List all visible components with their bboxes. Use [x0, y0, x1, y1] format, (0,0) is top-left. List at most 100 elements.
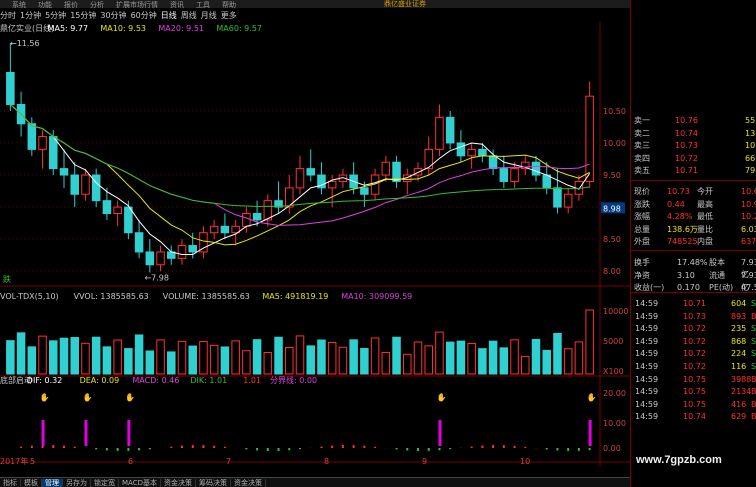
quote-cell: 6.03: [741, 224, 756, 234]
quote-cell: S: [751, 349, 756, 359]
volume-bar: [488, 340, 498, 375]
volume-bar: [242, 350, 251, 375]
period-tab[interactable]: 分时: [0, 11, 16, 20]
price-axis-label: 9.50: [603, 171, 621, 180]
menu-item[interactable]: 工具: [196, 1, 210, 8]
indicator-tab-bar: 指标 模板 管理 另存为 锁定宽 MACD基本 资金决策 筹码决策 资金决策: [0, 477, 630, 487]
menu-item[interactable]: 分析: [90, 1, 104, 8]
indicator-tab[interactable]: 模板: [21, 479, 42, 487]
volume-axis-label: X100: [603, 367, 624, 376]
quote-cell: 10.75: [683, 387, 706, 397]
panel-divider: [631, 292, 756, 293]
indicator-tab[interactable]: 资金决策: [161, 479, 196, 487]
date-axis-label: 6: [128, 457, 133, 466]
indicator-tab[interactable]: 筹码决策: [196, 479, 231, 487]
quote-cell: B: [751, 399, 756, 409]
legend-text: DIF: 0.32: [27, 376, 63, 385]
tick-row: 14:59 10.72 868 S: [633, 336, 756, 348]
period-tab[interactable]: 60分钟: [131, 11, 157, 20]
quote-cell: 748525: [667, 237, 698, 247]
quote-cell: 629: [731, 412, 747, 422]
quote-cell: B: [751, 412, 756, 422]
legend-text: VVOL: 1385585.63: [74, 292, 149, 301]
volume-bar: [456, 340, 466, 375]
candle-body: [38, 136, 47, 150]
volume-bar: [124, 348, 133, 375]
quote-cell: 14:59: [635, 374, 659, 384]
quote-cell: 637060: [741, 237, 756, 247]
menu-item[interactable]: 资讯: [170, 1, 184, 8]
signal-hand-icon: ✋: [125, 392, 135, 402]
menu-item[interactable]: 报价: [64, 1, 78, 8]
quote-cell: 最低: [697, 212, 713, 222]
volume-axis-label: 10000: [603, 307, 628, 316]
indicator-tab[interactable]: 资金决策: [231, 479, 266, 487]
indicator-tab[interactable]: 指标: [0, 479, 21, 487]
quote-cell: 224: [731, 349, 747, 359]
quote-cell: B: [751, 374, 756, 384]
volume-bar: [49, 340, 58, 375]
period-tab[interactable]: 月线: [201, 11, 217, 20]
quote-cell: 流通: [709, 270, 725, 280]
menu-item[interactable]: 系统: [12, 1, 26, 8]
candle-body: [59, 168, 69, 176]
candle-body: [145, 251, 155, 266]
quote-cell: 换手: [634, 258, 650, 267]
quote-cell: 股本: [709, 258, 725, 267]
quote-cell: 14:59: [635, 336, 659, 346]
period-tab[interactable]: 30分钟: [100, 11, 126, 20]
date-axis-label: 9: [422, 457, 427, 466]
volume-bar: [445, 341, 455, 375]
quote-cell: 0.44: [667, 199, 685, 209]
chart-area[interactable]: ✋✋✋✋✋ 10.5010.009.509.008.508.00鼎亿实业(日线)…: [0, 22, 630, 466]
indicator-tab[interactable]: MACD基本: [119, 479, 161, 487]
candle-body: [381, 161, 391, 176]
volume-bar: [338, 346, 348, 375]
panel-divider: [631, 180, 756, 181]
indicator-tab[interactable]: 锁定宽: [91, 479, 119, 487]
quote-cell: 10.72: [683, 362, 706, 371]
quote-cell: 卖四: [634, 153, 650, 163]
stat2-row: 换手17.48%股本7.93亿: [633, 257, 756, 279]
period-tab[interactable]: 1分钟: [20, 11, 41, 20]
candle-body: [199, 232, 208, 253]
quote-cell: 涨跌: [634, 199, 650, 209]
quote-cell: 14:59: [635, 299, 659, 308]
period-tab[interactable]: 5分钟: [45, 11, 66, 20]
candle-body: [6, 71, 15, 106]
candle-body: [113, 206, 122, 214]
volume-bar: [349, 339, 358, 375]
quote-cell: 893: [731, 311, 747, 321]
volume-axis-label: 5000: [603, 337, 623, 346]
signal-bar: [41, 420, 45, 446]
macd-axis-label: 0.00: [603, 444, 621, 453]
indicator-tab[interactable]: 另存为: [63, 479, 91, 487]
watermark: www.7gpzb.com: [636, 454, 722, 466]
volume-bar: [499, 347, 509, 375]
period-tab[interactable]: 更多: [221, 11, 237, 20]
quote-cell: 10.75: [683, 374, 706, 384]
quote-cell: 116: [731, 362, 747, 371]
quote-cell: 10.72: [675, 153, 698, 163]
macd-bars: ✋ ✋ ✋ ✋ ✋: [20, 392, 597, 451]
legend-text: MACD: 0.46: [132, 376, 179, 385]
signal-bar: [84, 420, 88, 446]
quote-cell: 14:59: [635, 412, 659, 422]
menu-item[interactable]: 功能: [38, 1, 52, 8]
volume-bar: [188, 345, 197, 375]
period-tab[interactable]: 15分钟: [70, 11, 96, 20]
menu-item[interactable]: 扩展市场行情: [116, 1, 158, 8]
period-tab[interactable]: 周线: [181, 11, 197, 20]
quote-cell: 量比: [697, 224, 713, 234]
volume-bar: [70, 337, 79, 375]
quote-cell: 现价: [634, 187, 650, 196]
indicator-tab[interactable]: 管理: [42, 479, 63, 487]
quote-cell: 10.72: [683, 324, 706, 334]
period-tab[interactable]: 日线: [161, 11, 177, 20]
stat-row: 涨幅 4.28% 最低 10.25: [633, 211, 756, 223]
quote-cell: 10.73: [683, 311, 706, 321]
menu-item[interactable]: 帮助: [222, 1, 236, 8]
legend-text: 分界线: 0.00: [270, 375, 317, 385]
volume-bar: [467, 342, 476, 375]
volume-bar: [6, 340, 15, 375]
